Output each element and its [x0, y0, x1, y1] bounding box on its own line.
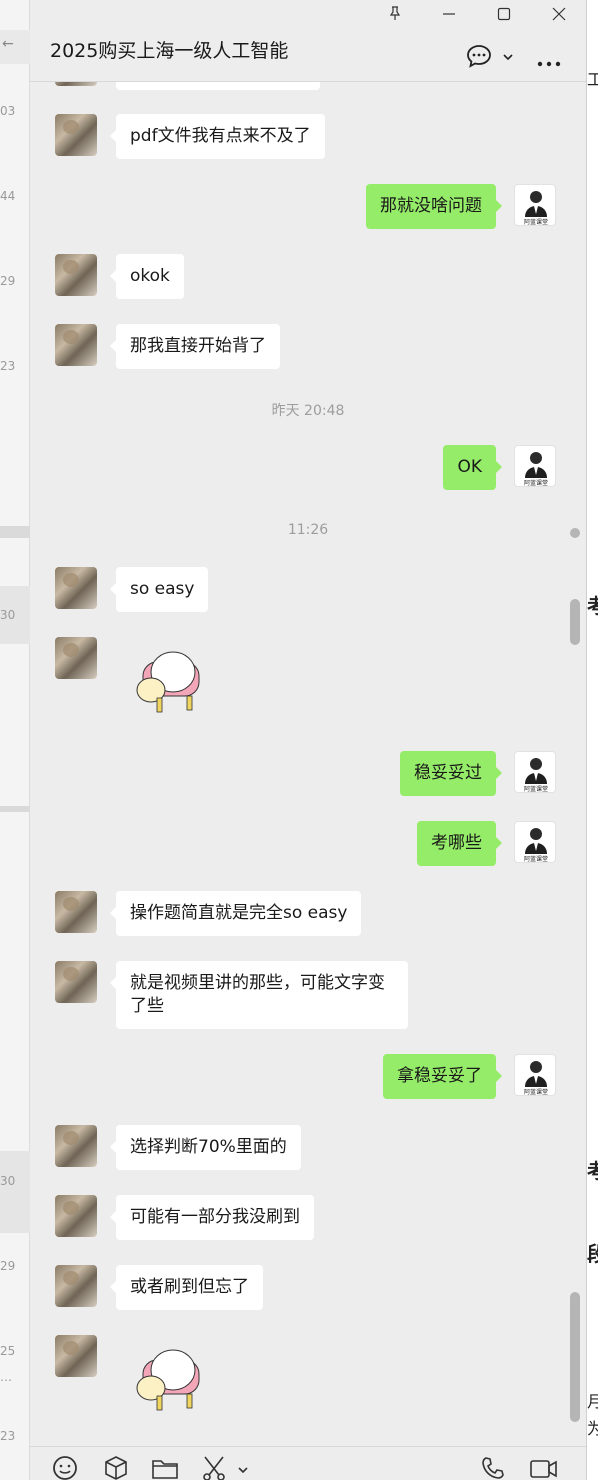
maximize-icon[interactable] — [491, 4, 517, 28]
input-toolbar — [30, 1446, 586, 1480]
message-bubble-incoming[interactable]: okok — [110, 254, 184, 299]
chat-list-time: 25 — [0, 1344, 16, 1358]
video-icon[interactable] — [529, 1455, 559, 1480]
avatar-caption: 阿蓝课堂 — [524, 218, 548, 226]
message-list[interactable]: pdf文件我有点来不及了 那就没啥问题 阿蓝课堂 okok 那我直接开始背了 昨… — [30, 82, 586, 1446]
chat-list-edge: ← 03 44 29 23 30 30 29 25 … 23 — [0, 0, 30, 1480]
message-bubble-outgoing[interactable]: OK — [443, 445, 502, 490]
avatar-caption: 阿蓝课堂 — [524, 855, 548, 863]
chat-list-time: 23 — [0, 1429, 16, 1443]
chat-bubble-icon[interactable] — [466, 44, 492, 72]
contact-avatar[interactable] — [55, 82, 97, 86]
chat-list-item[interactable]: 30 — [0, 1151, 30, 1233]
pin-icon[interactable] — [382, 4, 408, 28]
scroll-indicator[interactable] — [570, 599, 580, 645]
phone-icon[interactable] — [480, 1455, 506, 1480]
my-avatar[interactable]: 阿蓝课堂 — [514, 751, 556, 793]
app-root: ← 03 44 29 23 30 30 29 25 … 23 2025购买上海一… — [0, 0, 598, 1480]
chat-list-divider — [0, 806, 30, 812]
chevron-down-icon[interactable] — [237, 1461, 249, 1480]
chat-window: 2025购买上海一级人工智能 pdf文件我有点来不及了 那就没啥问题 阿蓝课堂 — [30, 0, 586, 1480]
contact-avatar[interactable] — [55, 254, 97, 296]
folder-icon[interactable] — [151, 1455, 179, 1480]
background-text: 月 — [587, 1388, 598, 1412]
chat-list-time: 29 — [0, 274, 16, 288]
scroll-indicator[interactable] — [570, 528, 580, 538]
contact-avatar[interactable] — [55, 1195, 97, 1237]
message-bubble-incoming[interactable]: 或者刷到但忘了 — [110, 1265, 263, 1310]
chat-list-time: 30 — [0, 1174, 16, 1188]
background-text: 考 — [587, 1155, 598, 1184]
my-avatar[interactable]: 阿蓝课堂 — [514, 821, 556, 863]
message-bubble-incoming[interactable]: so easy — [109, 567, 209, 612]
avatar-caption: 阿蓝课堂 — [524, 1088, 548, 1096]
message-bubble-outgoing[interactable]: 拿稳妥妥了 — [383, 1054, 502, 1099]
sitting-bunny-sticker[interactable] — [133, 642, 205, 714]
avatar-caption: 阿蓝课堂 — [524, 479, 548, 487]
message-bubble-partial — [116, 82, 320, 90]
my-avatar[interactable]: 阿蓝课堂 — [514, 1054, 556, 1096]
contact-avatar[interactable] — [55, 891, 97, 933]
message-bubble-outgoing[interactable]: 稳妥妥过 — [400, 751, 502, 796]
chat-list-time: 30 — [0, 608, 16, 622]
contact-avatar[interactable] — [55, 637, 97, 679]
chat-list-time: 29 — [0, 1259, 16, 1273]
timestamp-divider: 昨天 20:48 — [271, 403, 345, 419]
chevron-down-icon[interactable] — [502, 48, 514, 67]
emoji-icon[interactable] — [52, 1455, 78, 1480]
message-bubble-incoming[interactable]: pdf文件我有点来不及了 — [110, 114, 325, 159]
message-bubble-incoming[interactable]: 那我直接开始背了 — [110, 324, 280, 369]
contact-avatar[interactable] — [55, 961, 97, 1003]
chat-list-divider — [0, 526, 30, 538]
close-icon[interactable] — [546, 4, 572, 28]
chat-list-item[interactable]: ← — [0, 30, 30, 64]
avatar-caption: 阿蓝课堂 — [524, 785, 548, 793]
background-text: 为 — [587, 1415, 598, 1439]
message-bubble-incoming[interactable]: 可能有一部分我没刷到 — [110, 1195, 314, 1240]
chat-list-time: 44 — [0, 189, 16, 203]
background-text: 段 — [587, 1238, 598, 1267]
contact-avatar[interactable] — [55, 1125, 97, 1167]
contact-avatar[interactable] — [55, 567, 97, 609]
message-bubble-outgoing[interactable]: 考哪些 — [417, 821, 502, 866]
box-icon[interactable] — [103, 1455, 129, 1480]
message-bubble-incoming[interactable]: 选择判断70%里面的 — [110, 1125, 301, 1170]
chat-title: 2025购买上海一级人工智能 — [50, 40, 289, 62]
my-avatar[interactable]: 阿蓝课堂 — [514, 445, 556, 487]
chat-list-ellipsis: … — [0, 1370, 12, 1384]
contact-avatar[interactable] — [55, 114, 97, 156]
timestamp-divider: 11:26 — [287, 522, 329, 538]
contact-avatar[interactable] — [55, 324, 97, 366]
message-bubble-incoming[interactable]: 操作题简直就是完全so easy — [109, 891, 362, 936]
my-avatar[interactable]: 阿蓝课堂 — [514, 184, 556, 226]
chat-list-item-selected[interactable]: 30 — [0, 586, 30, 644]
message-bubble-incoming[interactable]: 就是视频里讲的那些，可能文字变了些 — [110, 961, 408, 1029]
background-text: 工 — [587, 66, 598, 90]
scrollbar-thumb[interactable] — [570, 1292, 580, 1422]
background-window-edge: 工 考 考 段 月 为 — [586, 0, 598, 1480]
chat-list-time: 23 — [0, 359, 16, 373]
sitting-bunny-sticker[interactable] — [133, 1340, 205, 1412]
back-arrow-icon: ← — [2, 36, 14, 52]
chat-header: 2025购买上海一级人工智能 — [30, 0, 586, 82]
contact-avatar[interactable] — [55, 1265, 97, 1307]
chat-list-time: 03 — [0, 104, 16, 118]
message-bubble-outgoing[interactable]: 那就没啥问题 — [366, 184, 502, 229]
contact-avatar[interactable] — [55, 1335, 97, 1377]
more-icon[interactable] — [537, 52, 561, 71]
scissors-icon[interactable] — [201, 1455, 227, 1480]
background-text: 考 — [587, 590, 598, 619]
minimize-icon[interactable] — [436, 4, 462, 28]
